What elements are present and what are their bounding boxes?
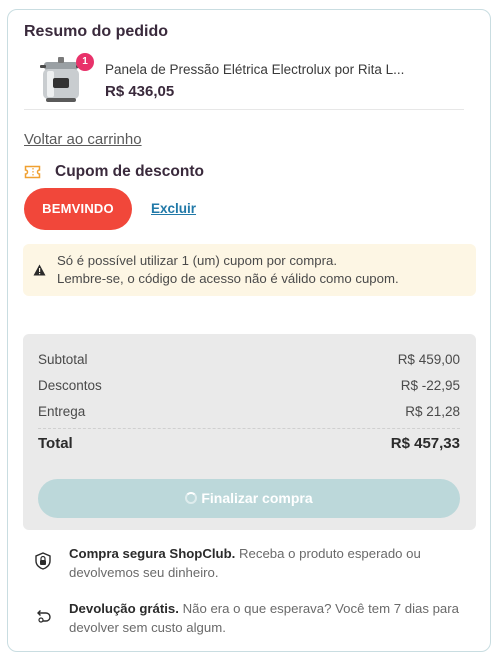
secure-purchase-title: Compra segura ShopClub.	[69, 546, 236, 561]
back-to-cart-link[interactable]: Voltar ao carrinho	[24, 131, 142, 148]
shipping-value: R$ 21,28	[405, 404, 460, 419]
free-return-title: Devolução grátis.	[69, 601, 179, 616]
coupon-title: Cupom de desconto	[55, 163, 204, 180]
order-summary-title: Resumo do pedido	[24, 23, 168, 40]
ticket-icon	[24, 165, 41, 179]
coupon-notice: Só é possível utilizar 1 (um) cupom por …	[23, 244, 476, 296]
total-label: Total	[38, 435, 73, 452]
product-price: R$ 436,05	[105, 83, 175, 100]
product-name[interactable]: Panela de Pressão Elétrica Electrolux po…	[105, 62, 445, 77]
discount-value: R$ -22,95	[400, 378, 460, 393]
notice-line-2: Lembre-se, o código de acesso não é váli…	[57, 271, 399, 286]
total-row: Total R$ 457,33	[38, 435, 460, 455]
subtotal-label: Subtotal	[38, 352, 88, 367]
discount-label: Descontos	[38, 378, 102, 393]
return-arrow-icon	[37, 610, 51, 623]
notice-text: Só é possível utilizar 1 (um) cupom por …	[57, 252, 467, 288]
shield-lock-icon	[35, 552, 51, 570]
product-item: 1 Panela de Pressão Elétrica Electrolux …	[24, 50, 464, 110]
finalize-purchase-button[interactable]: Finalizar compra	[38, 479, 460, 518]
shipping-row: Entrega R$ 21,28	[38, 404, 460, 424]
secure-purchase-text: Compra segura ShopClub. Receba o produto…	[69, 544, 469, 582]
loading-spinner-icon	[185, 492, 198, 504]
notice-line-1: Só é possível utilizar 1 (um) cupom por …	[57, 253, 337, 268]
subtotal-row: Subtotal R$ 459,00	[38, 352, 460, 372]
order-summary-card: Resumo do pedido 1 Panela de Pressão Elé…	[7, 9, 491, 652]
total-value: R$ 457,33	[390, 435, 460, 452]
totals-divider	[38, 428, 460, 429]
coupon-code-chip: BEMVINDO	[24, 188, 132, 230]
totals-panel: Subtotal R$ 459,00 Descontos R$ -22,95 E…	[23, 334, 476, 530]
discount-row: Descontos R$ -22,95	[38, 378, 460, 398]
quantity-badge: 1	[76, 53, 94, 71]
shipping-label: Entrega	[38, 404, 86, 419]
finalize-purchase-label: Finalizar compra	[201, 490, 313, 506]
subtotal-value: R$ 459,00	[397, 352, 460, 367]
remove-coupon-link[interactable]: Excluir	[151, 201, 196, 216]
free-return-text: Devolução grátis. Não era o que esperava…	[69, 599, 469, 637]
warning-icon	[33, 264, 46, 276]
